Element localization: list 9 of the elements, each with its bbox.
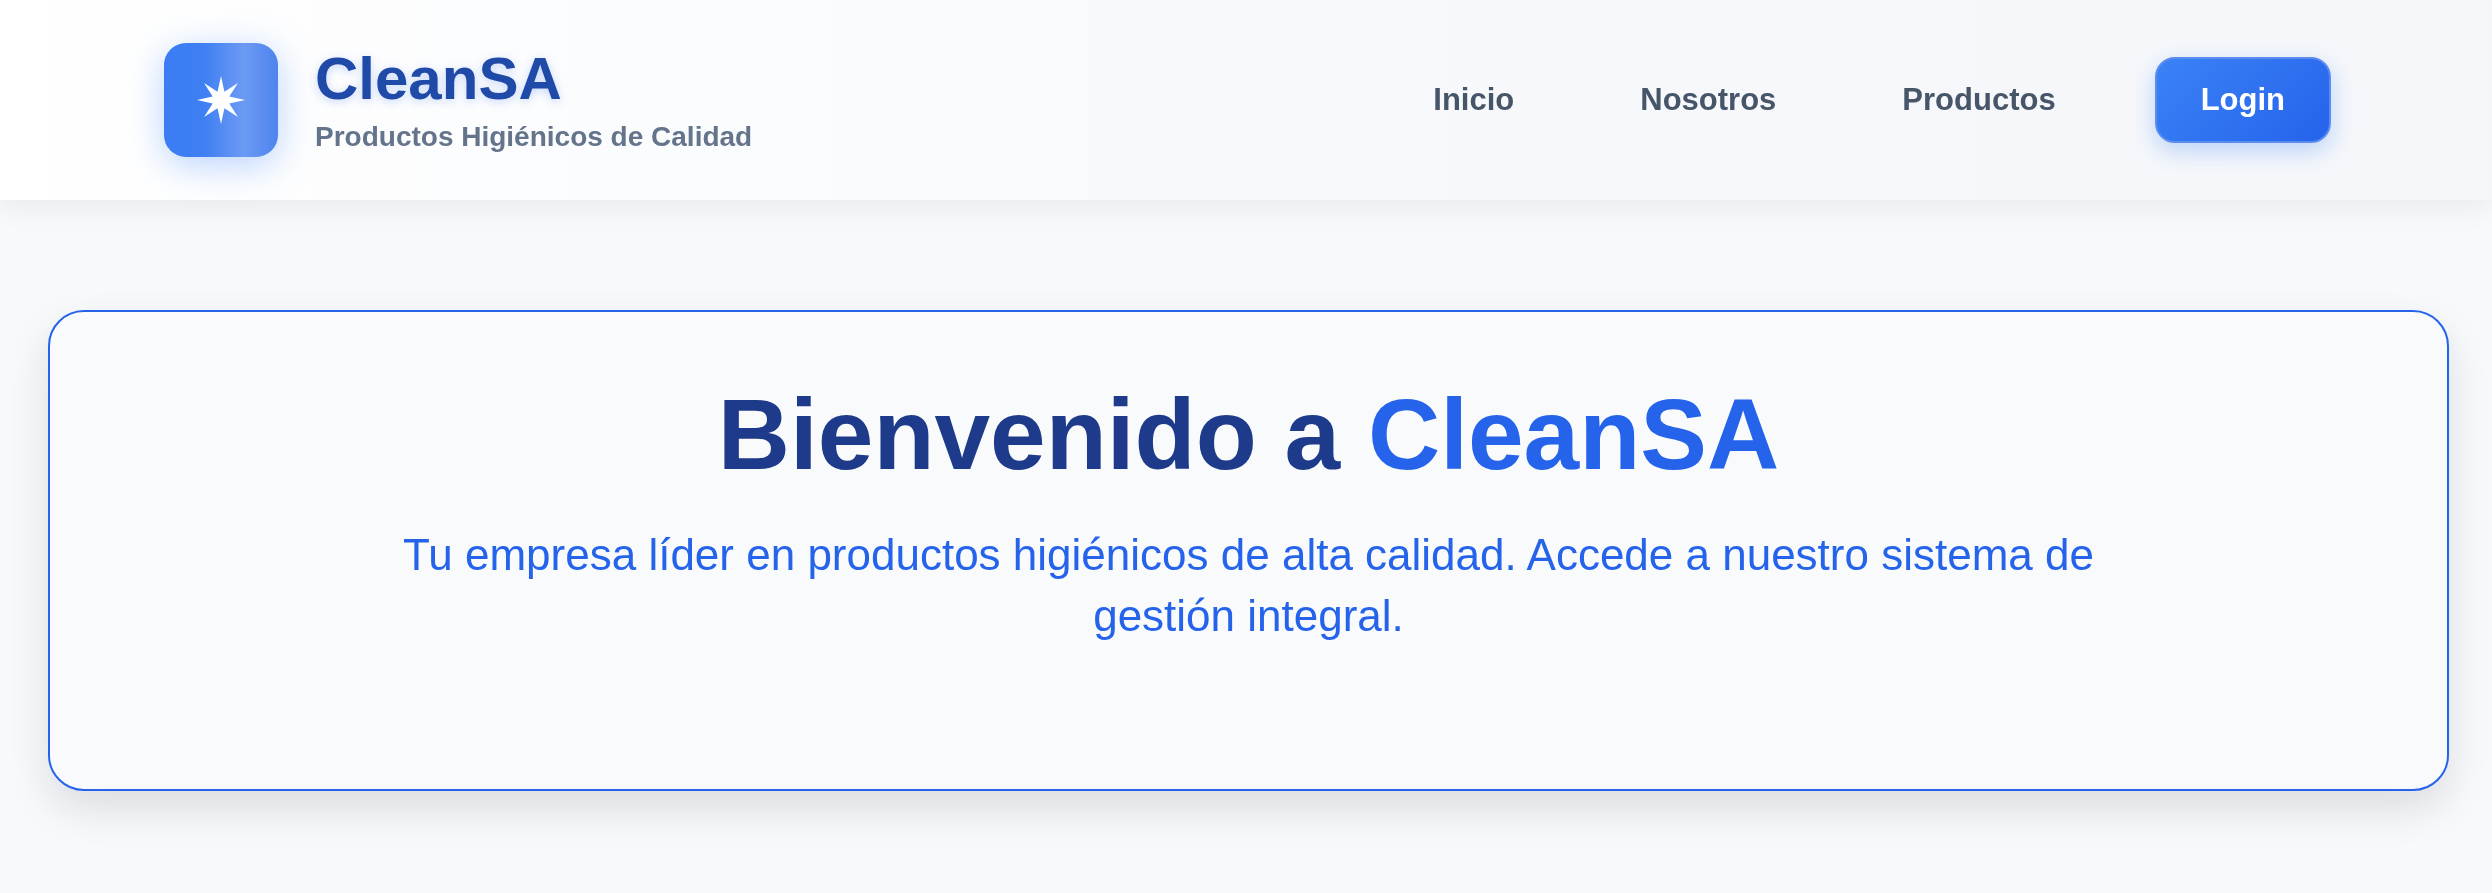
brand-title: CleanSA <box>315 46 563 112</box>
sparkle-icon <box>164 43 278 157</box>
nav-link[interactable]: Inicio <box>1406 72 1542 128</box>
hero-description: Tu empresa líder en productos higiénicos de alta calidad. Accede a nuestro sistema de gestión integral. <box>402 529 2095 642</box>
login-button[interactable]: Login <box>2154 57 2331 143</box>
nav-link[interactable]: Nosotros <box>1613 72 1804 128</box>
nav-link[interactable]: Productos <box>1875 72 2083 128</box>
hero-title: Bienvenido a CleanSA <box>716 377 1781 492</box>
brand-subtitle: Productos Higiénicos de Calidad <box>315 120 753 154</box>
